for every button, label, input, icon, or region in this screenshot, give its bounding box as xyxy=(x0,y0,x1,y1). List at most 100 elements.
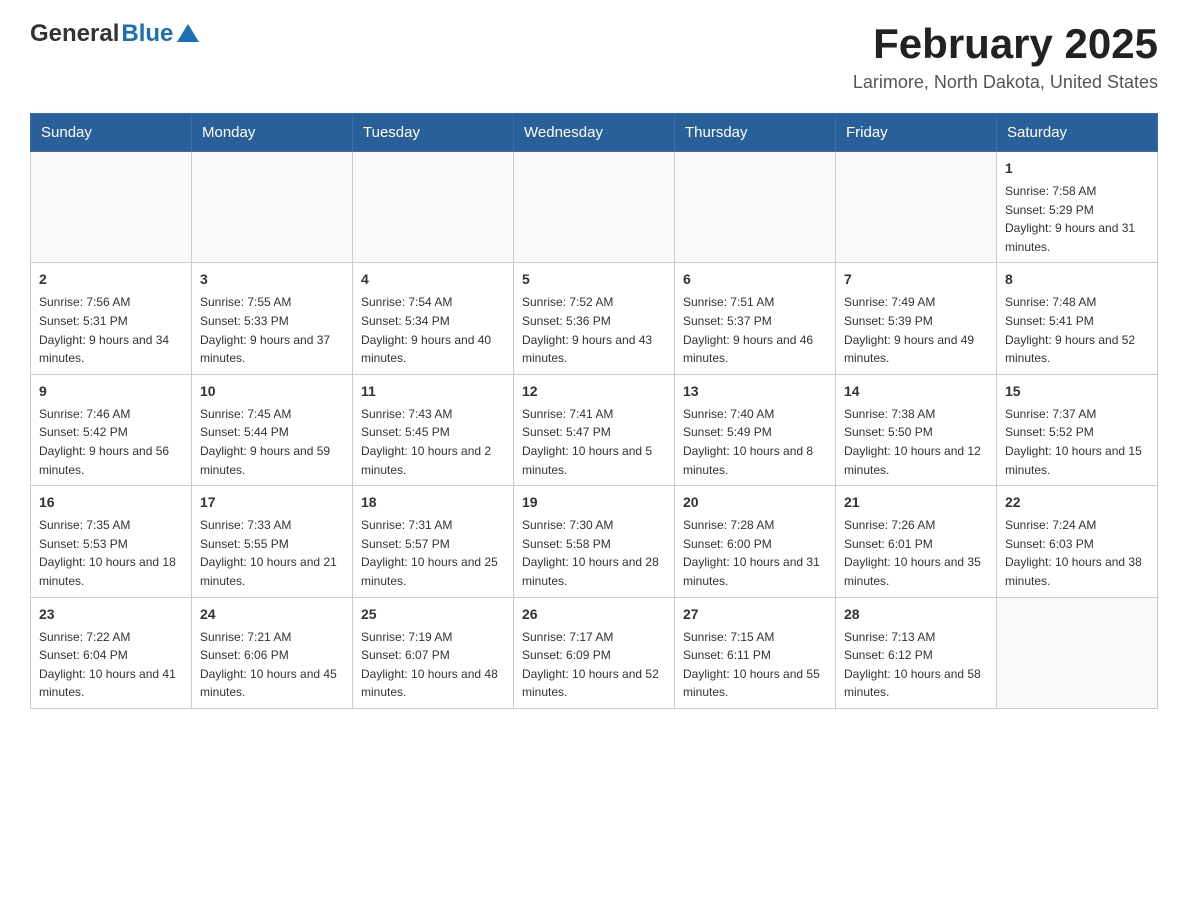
day-number: 22 xyxy=(1005,492,1149,513)
day-number: 17 xyxy=(200,492,344,513)
day-number: 13 xyxy=(683,381,827,402)
day-info: Sunrise: 7:55 AM Sunset: 5:33 PM Dayligh… xyxy=(200,293,344,367)
day-info: Sunrise: 7:43 AM Sunset: 5:45 PM Dayligh… xyxy=(361,405,505,479)
calendar-cell: 28 Sunrise: 7:13 AM Sunset: 6:12 PM Dayli… xyxy=(836,597,997,708)
calendar-cell: 9 Sunrise: 7:46 AM Sunset: 5:42 PM Daylig… xyxy=(31,374,192,485)
day-info: Sunrise: 7:15 AM Sunset: 6:11 PM Dayligh… xyxy=(683,628,827,702)
day-number: 23 xyxy=(39,604,183,625)
week-row: 23Sunrise: 7:22 AM Sunset: 6:04 PM Dayli… xyxy=(31,597,1158,708)
day-info: Sunrise: 7:31 AM Sunset: 5:57 PM Dayligh… xyxy=(361,516,505,590)
calendar-cell: 1 Sunrise: 7:58 AM Sunset: 5:29 PM Daylig… xyxy=(997,152,1158,263)
calendar-cell: 21 Sunrise: 7:26 AM Sunset: 6:01 PM Dayli… xyxy=(836,486,997,597)
day-number: 24 xyxy=(200,604,344,625)
day-number: 10 xyxy=(200,381,344,402)
calendar-cell: 15 Sunrise: 7:37 AM Sunset: 5:52 PM Dayli… xyxy=(997,374,1158,485)
calendar-cell: 19 Sunrise: 7:30 AM Sunset: 5:58 PM Dayli… xyxy=(514,486,675,597)
day-info: Sunrise: 7:38 AM Sunset: 5:50 PM Dayligh… xyxy=(844,405,988,479)
logo-general-text: General xyxy=(30,20,119,48)
day-info: Sunrise: 7:35 AM Sunset: 5:53 PM Dayligh… xyxy=(39,516,183,590)
calendar-table: SundayMondayTuesdayWednesdayThursdayFrid… xyxy=(30,113,1158,709)
day-number: 5 xyxy=(522,269,666,290)
week-row: 2Sunrise: 7:56 AM Sunset: 5:31 PM Daylig… xyxy=(31,263,1158,374)
logo-blue-text: Blue xyxy=(121,20,173,48)
day-of-week-header: Monday xyxy=(192,114,353,152)
calendar-cell: 5 Sunrise: 7:52 AM Sunset: 5:36 PM Daylig… xyxy=(514,263,675,374)
day-number: 19 xyxy=(522,492,666,513)
day-info: Sunrise: 7:58 AM Sunset: 5:29 PM Dayligh… xyxy=(1005,182,1149,256)
calendar-cell: 27 Sunrise: 7:15 AM Sunset: 6:11 PM Dayli… xyxy=(675,597,836,708)
logo: General Blue xyxy=(30,20,199,48)
day-number: 2 xyxy=(39,269,183,290)
day-number: 20 xyxy=(683,492,827,513)
calendar-cell xyxy=(997,597,1158,708)
day-of-week-header: Wednesday xyxy=(514,114,675,152)
day-info: Sunrise: 7:13 AM Sunset: 6:12 PM Dayligh… xyxy=(844,628,988,702)
calendar-cell: 24 Sunrise: 7:21 AM Sunset: 6:06 PM Dayli… xyxy=(192,597,353,708)
day-number: 9 xyxy=(39,381,183,402)
day-info: Sunrise: 7:26 AM Sunset: 6:01 PM Dayligh… xyxy=(844,516,988,590)
calendar-cell: 14Sunrise: 7:38 AM Sunset: 5:50 PM Dayli… xyxy=(836,374,997,485)
day-info: Sunrise: 7:51 AM Sunset: 5:37 PM Dayligh… xyxy=(683,293,827,367)
calendar-cell: 26Sunrise: 7:17 AM Sunset: 6:09 PM Dayli… xyxy=(514,597,675,708)
day-number: 7 xyxy=(844,269,988,290)
day-number: 15 xyxy=(1005,381,1149,402)
day-info: Sunrise: 7:28 AM Sunset: 6:00 PM Dayligh… xyxy=(683,516,827,590)
calendar-body: 1 Sunrise: 7:58 AM Sunset: 5:29 PM Daylig… xyxy=(31,152,1158,709)
day-info: Sunrise: 7:19 AM Sunset: 6:07 PM Dayligh… xyxy=(361,628,505,702)
page-title: February 2025 xyxy=(853,20,1158,68)
calendar-cell: 20 Sunrise: 7:28 AM Sunset: 6:00 PM Dayli… xyxy=(675,486,836,597)
day-info: Sunrise: 7:52 AM Sunset: 5:36 PM Dayligh… xyxy=(522,293,666,367)
day-info: Sunrise: 7:33 AM Sunset: 5:55 PM Dayligh… xyxy=(200,516,344,590)
calendar-cell: 16 Sunrise: 7:35 AM Sunset: 5:53 PM Dayli… xyxy=(31,486,192,597)
day-of-week-header: Thursday xyxy=(675,114,836,152)
week-row: 1 Sunrise: 7:58 AM Sunset: 5:29 PM Daylig… xyxy=(31,152,1158,263)
day-number: 4 xyxy=(361,269,505,290)
day-of-week-header: Sunday xyxy=(31,114,192,152)
calendar-cell: 17 Sunrise: 7:33 AM Sunset: 5:55 PM Dayli… xyxy=(192,486,353,597)
calendar-cell xyxy=(192,152,353,263)
day-of-week-header: Tuesday xyxy=(353,114,514,152)
day-info: Sunrise: 7:41 AM Sunset: 5:47 PM Dayligh… xyxy=(522,405,666,479)
day-info: Sunrise: 7:21 AM Sunset: 6:06 PM Dayligh… xyxy=(200,628,344,702)
week-row: 16 Sunrise: 7:35 AM Sunset: 5:53 PM Dayli… xyxy=(31,486,1158,597)
calendar-cell: 6 Sunrise: 7:51 AM Sunset: 5:37 PM Daylig… xyxy=(675,263,836,374)
day-number: 28 xyxy=(844,604,988,625)
day-of-week-header: Saturday xyxy=(997,114,1158,152)
calendar-cell xyxy=(353,152,514,263)
day-number: 6 xyxy=(683,269,827,290)
calendar-cell: 7 Sunrise: 7:49 AM Sunset: 5:39 PM Daylig… xyxy=(836,263,997,374)
logo-triangle-icon xyxy=(177,24,199,47)
day-of-week-header: Friday xyxy=(836,114,997,152)
calendar-cell: 18Sunrise: 7:31 AM Sunset: 5:57 PM Dayli… xyxy=(353,486,514,597)
day-number: 16 xyxy=(39,492,183,513)
calendar-cell: 11 Sunrise: 7:43 AM Sunset: 5:45 PM Dayli… xyxy=(353,374,514,485)
day-number: 1 xyxy=(1005,158,1149,179)
day-info: Sunrise: 7:48 AM Sunset: 5:41 PM Dayligh… xyxy=(1005,293,1149,367)
calendar-cell: 2Sunrise: 7:56 AM Sunset: 5:31 PM Daylig… xyxy=(31,263,192,374)
calendar-cell: 25 Sunrise: 7:19 AM Sunset: 6:07 PM Dayli… xyxy=(353,597,514,708)
day-info: Sunrise: 7:37 AM Sunset: 5:52 PM Dayligh… xyxy=(1005,405,1149,479)
day-info: Sunrise: 7:49 AM Sunset: 5:39 PM Dayligh… xyxy=(844,293,988,367)
day-info: Sunrise: 7:30 AM Sunset: 5:58 PM Dayligh… xyxy=(522,516,666,590)
day-info: Sunrise: 7:40 AM Sunset: 5:49 PM Dayligh… xyxy=(683,405,827,479)
page-header: General Blue February 2025 Larimore, Nor… xyxy=(30,20,1158,93)
day-number: 3 xyxy=(200,269,344,290)
day-info: Sunrise: 7:46 AM Sunset: 5:42 PM Dayligh… xyxy=(39,405,183,479)
calendar-cell: 10 Sunrise: 7:45 AM Sunset: 5:44 PM Dayli… xyxy=(192,374,353,485)
day-number: 11 xyxy=(361,381,505,402)
calendar-header: SundayMondayTuesdayWednesdayThursdayFrid… xyxy=(31,114,1158,152)
day-number: 12 xyxy=(522,381,666,402)
day-number: 26 xyxy=(522,604,666,625)
days-of-week-row: SundayMondayTuesdayWednesdayThursdayFrid… xyxy=(31,114,1158,152)
calendar-cell xyxy=(675,152,836,263)
day-number: 8 xyxy=(1005,269,1149,290)
day-info: Sunrise: 7:45 AM Sunset: 5:44 PM Dayligh… xyxy=(200,405,344,479)
calendar-cell: 12 Sunrise: 7:41 AM Sunset: 5:47 PM Dayli… xyxy=(514,374,675,485)
page-subtitle: Larimore, North Dakota, United States xyxy=(853,72,1158,93)
week-row: 9 Sunrise: 7:46 AM Sunset: 5:42 PM Daylig… xyxy=(31,374,1158,485)
calendar-cell: 3 Sunrise: 7:55 AM Sunset: 5:33 PM Daylig… xyxy=(192,263,353,374)
day-number: 21 xyxy=(844,492,988,513)
day-number: 27 xyxy=(683,604,827,625)
day-number: 25 xyxy=(361,604,505,625)
calendar-cell xyxy=(31,152,192,263)
